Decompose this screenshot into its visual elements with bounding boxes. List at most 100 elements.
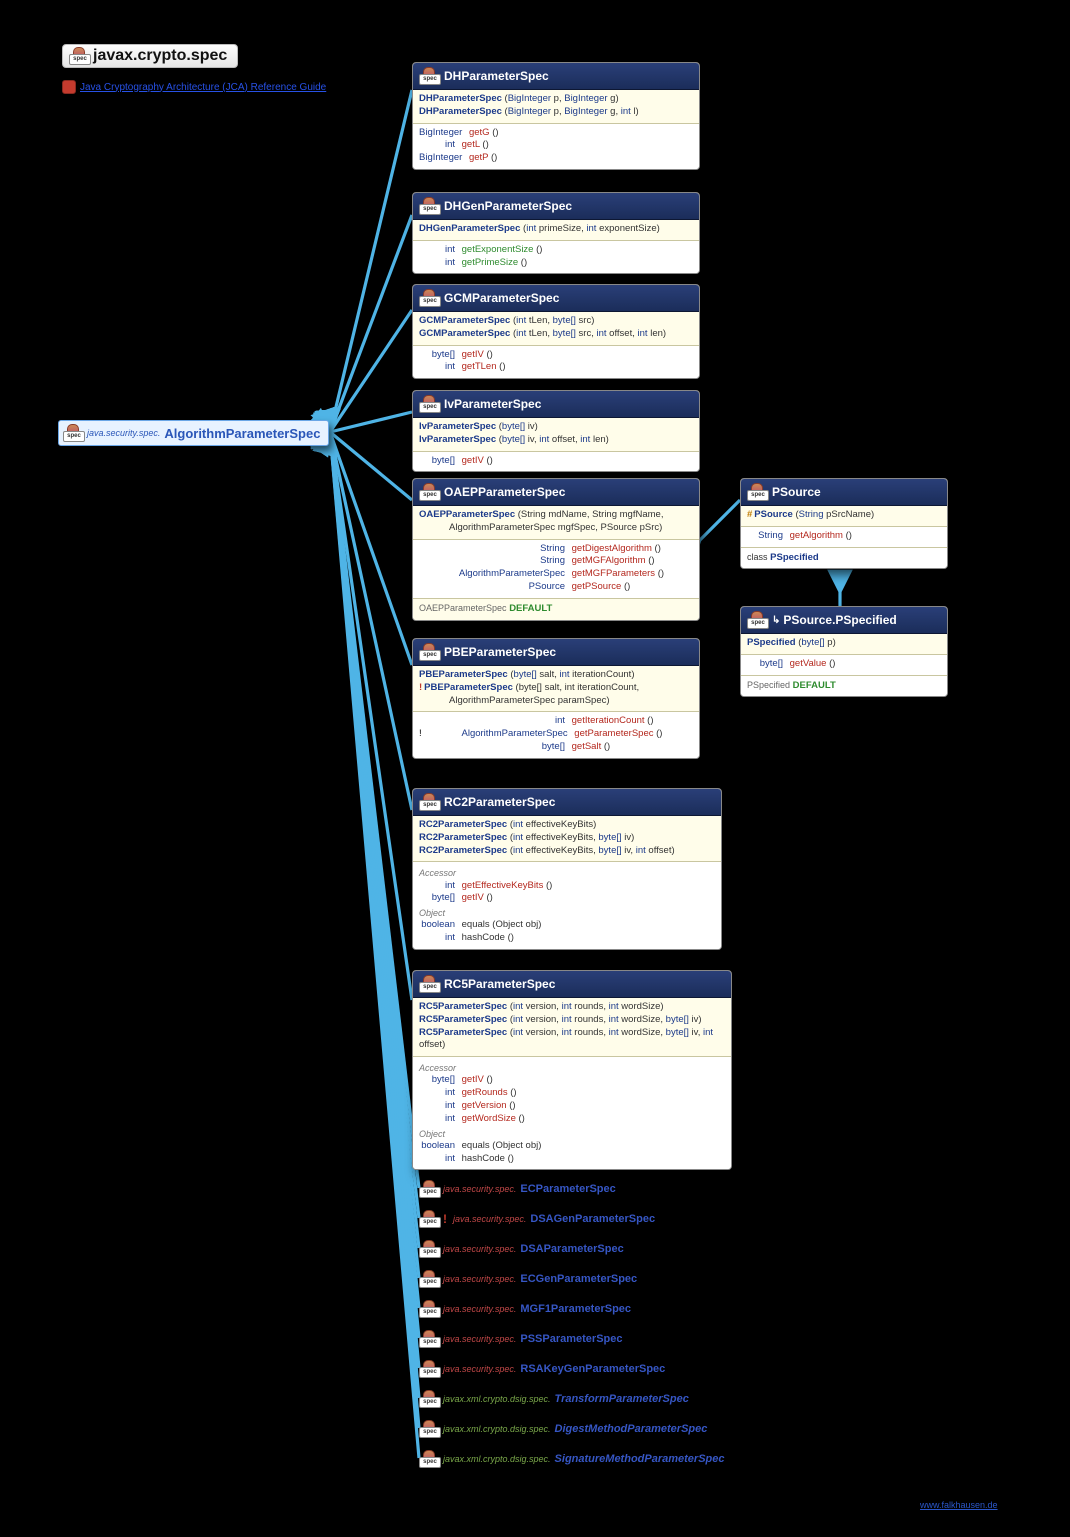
box-header[interactable]: RC5ParameterSpec — [413, 971, 731, 998]
ctor-section: RC2ParameterSpec (int effectiveKeyBits)R… — [413, 816, 721, 862]
inner-class-name: PSpecified — [770, 552, 819, 563]
methods-section: String getAlgorithm () — [741, 527, 947, 548]
spec-icon — [419, 1390, 439, 1408]
spec-icon — [419, 1450, 439, 1468]
spec-icon — [419, 289, 439, 307]
box-title: RC5ParameterSpec — [444, 977, 555, 991]
ext-class: RSAKeyGenParameterSpec — [520, 1363, 665, 1375]
box-title: PSource — [772, 485, 821, 499]
ext-class: DSAGenParameterSpec — [530, 1213, 655, 1225]
const-section: OAEPParameterSpec DEFAULT — [413, 599, 699, 620]
methods-section: byte[] getValue () — [741, 655, 947, 676]
box-oaepparameterspec: OAEPParameterSpec OAEPParameterSpec (Str… — [412, 478, 700, 621]
inner-class-section: class PSpecified — [741, 548, 947, 569]
spec-icon — [419, 975, 439, 993]
ctor-section: OAEPParameterSpec (String mdName, String… — [413, 506, 699, 540]
ext-package: java.security.spec. — [443, 1244, 516, 1254]
box-header[interactable]: DHParameterSpec — [413, 63, 699, 90]
box-header[interactable]: DHGenParameterSpec — [413, 193, 699, 220]
external-spec-link[interactable]: javax.xml.crypto.dsig.spec. SignatureMeth… — [419, 1450, 724, 1468]
box-title: GCMParameterSpec — [444, 291, 559, 305]
box-title: PSource.PSpecified — [783, 613, 896, 627]
reference-guide-link[interactable]: Java Cryptography Architecture (JCA) Ref… — [80, 82, 326, 93]
ext-package: java.security.spec. — [443, 1364, 516, 1374]
box-header[interactable]: PBEParameterSpec — [413, 639, 699, 666]
const-section: PSpecified DEFAULT — [741, 676, 947, 697]
spec-icon — [419, 1360, 439, 1378]
ctor-section: #PSource (String pSrcName) — [741, 506, 947, 527]
ext-class: DigestMethodParameterSpec — [555, 1423, 708, 1435]
external-spec-link[interactable]: java.security.spec. ECGenParameterSpec — [419, 1270, 637, 1288]
methods-section: Accessorint getEffectiveKeyBits ()byte[]… — [413, 862, 721, 949]
external-spec-link[interactable]: !java.security.spec.DSAGenParameterSpec — [419, 1210, 655, 1228]
spec-icon — [419, 1420, 439, 1438]
spec-icon — [747, 611, 767, 629]
spec-icon — [69, 47, 89, 65]
ctor-section: IvParameterSpec (byte[] iv)IvParameterSp… — [413, 418, 699, 452]
ext-class: DSAParameterSpec — [520, 1243, 623, 1255]
ext-package: java.security.spec. — [443, 1274, 516, 1284]
ext-class: ECGenParameterSpec — [520, 1273, 637, 1285]
box-title: IvParameterSpec — [444, 397, 541, 411]
box-header[interactable]: IvParameterSpec — [413, 391, 699, 418]
external-spec-link[interactable]: java.security.spec.PSSParameterSpec — [419, 1330, 623, 1348]
spec-icon — [419, 793, 439, 811]
reference-guide-link-row: Java Cryptography Architecture (JCA) Ref… — [62, 80, 326, 94]
external-spec-link[interactable]: java.security.spec. ECParameterSpec — [419, 1180, 616, 1198]
external-spec-link[interactable]: java.security.spec. MGF1ParameterSpec — [419, 1300, 631, 1318]
ext-package: java.security.spec. — [443, 1334, 516, 1344]
box-pspecified: ↳ PSource.PSpecified PSpecified (byte[] … — [740, 606, 948, 697]
box-header[interactable]: ↳ PSource.PSpecified — [741, 607, 947, 634]
spec-icon — [419, 483, 439, 501]
box-header[interactable]: PSource — [741, 479, 947, 506]
methods-section: byte[] getIV () — [413, 452, 699, 472]
root-interface-card[interactable]: java.security.spec.AlgorithmParameterSpe… — [58, 420, 329, 446]
ext-package: java.security.spec. — [443, 1184, 516, 1194]
spec-icon — [419, 1300, 439, 1318]
ext-package: javax.xml.crypto.dsig.spec. — [443, 1394, 551, 1404]
box-title: DHGenParameterSpec — [444, 199, 572, 213]
ctor-section: GCMParameterSpec (int tLen, byte[] src)G… — [413, 312, 699, 346]
external-spec-link[interactable]: java.security.spec. RSAKeyGenParameterSpe… — [419, 1360, 665, 1378]
const-value: DEFAULT — [509, 603, 552, 614]
spec-icon — [419, 1180, 439, 1198]
box-header[interactable]: OAEPParameterSpec — [413, 479, 699, 506]
ext-package: javax.xml.crypto.dsig.spec. — [443, 1454, 551, 1464]
external-spec-link[interactable]: javax.xml.crypto.dsig.spec. TransformPara… — [419, 1390, 689, 1408]
box-title: PBEParameterSpec — [444, 645, 556, 659]
spec-icon — [419, 1240, 439, 1258]
box-rc2parameterspec: RC2ParameterSpec RC2ParameterSpec (int e… — [412, 788, 722, 950]
spec-icon — [63, 424, 83, 442]
root-class: AlgorithmParameterSpec — [164, 426, 320, 441]
spec-icon — [419, 1330, 439, 1348]
ext-package: java.security.spec. — [453, 1214, 526, 1224]
box-rc5parameterspec: RC5ParameterSpec RC5ParameterSpec (int v… — [412, 970, 732, 1170]
ext-class: ECParameterSpec — [520, 1183, 615, 1195]
box-header[interactable]: GCMParameterSpec — [413, 285, 699, 312]
footer-link[interactable]: www.falkhausen.de — [920, 1500, 998, 1510]
box-title: OAEPParameterSpec — [444, 485, 565, 499]
box-title: DHParameterSpec — [444, 69, 549, 83]
ext-class: SignatureMethodParameterSpec — [555, 1453, 725, 1465]
methods-section: BigInteger getG ()int getL ()BigInteger … — [413, 124, 699, 169]
ext-class: TransformParameterSpec — [555, 1393, 689, 1405]
box-ivparameterspec: IvParameterSpec IvParameterSpec (byte[] … — [412, 390, 700, 472]
box-gcmparameterspec: GCMParameterSpec GCMParameterSpec (int t… — [412, 284, 700, 379]
ext-package: java.security.spec. — [443, 1304, 516, 1314]
ext-class: MGF1ParameterSpec — [520, 1303, 631, 1315]
box-pbeparameterspec: PBEParameterSpec PBEParameterSpec (byte[… — [412, 638, 700, 759]
methods-section: int getExponentSize ()int getPrimeSize (… — [413, 241, 699, 274]
box-dhparameterspec: DHParameterSpec DHParameterSpec (BigInte… — [412, 62, 700, 170]
inner-class-keyword: class — [747, 552, 768, 562]
const-prefix: PSpecified — [747, 680, 790, 690]
spec-icon — [747, 483, 767, 501]
external-spec-link[interactable]: javax.xml.crypto.dsig.spec.DigestMethodP… — [419, 1420, 707, 1438]
box-dhgenparameterspec: DHGenParameterSpec DHGenParameterSpec (i… — [412, 192, 700, 274]
external-spec-link[interactable]: java.security.spec. DSAParameterSpec — [419, 1240, 624, 1258]
spec-icon — [419, 1210, 439, 1228]
package-title: javax.crypto.spec — [93, 47, 227, 65]
oracle-icon — [62, 80, 76, 94]
spec-icon — [419, 643, 439, 661]
box-header[interactable]: RC2ParameterSpec — [413, 789, 721, 816]
methods-section: int getIterationCount ()!AlgorithmParame… — [413, 712, 699, 757]
